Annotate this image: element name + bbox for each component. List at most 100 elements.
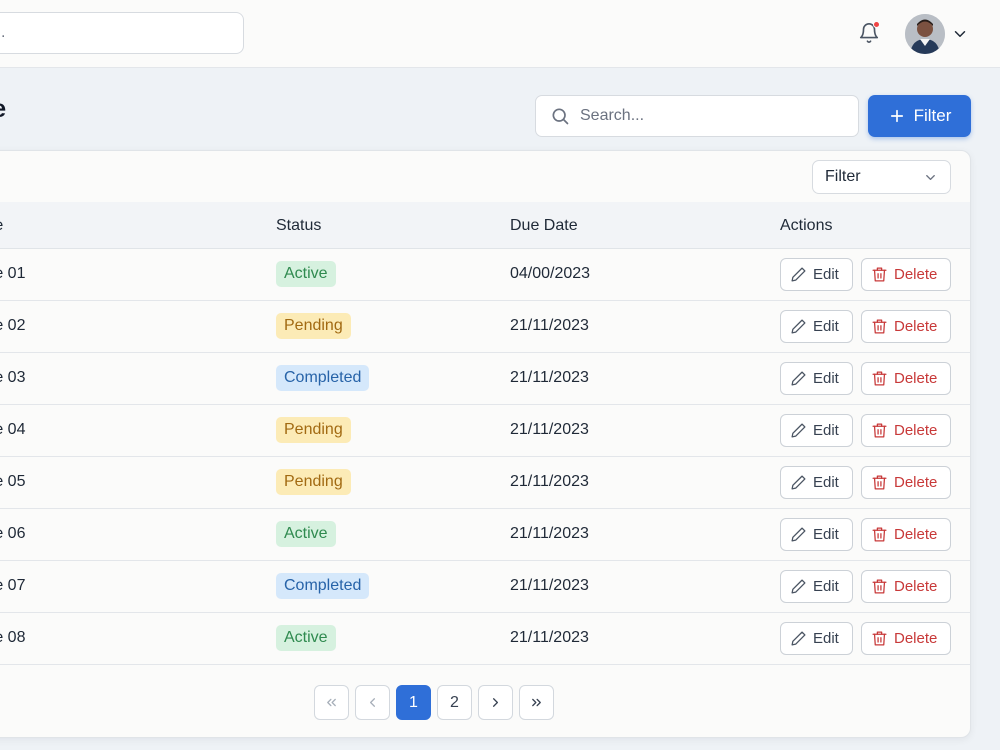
delete-button-label: Delete bbox=[894, 422, 938, 439]
trash-icon bbox=[872, 475, 887, 490]
delete-button-label: Delete bbox=[894, 474, 938, 491]
trash-icon bbox=[872, 319, 887, 334]
table-row: me 02 Pending 21/11/2023 Edit Delete bbox=[0, 301, 970, 353]
trash-icon bbox=[872, 631, 887, 646]
pencil-icon bbox=[791, 371, 806, 386]
row-name: me 03 bbox=[0, 369, 26, 386]
pencil-icon bbox=[791, 267, 806, 282]
edit-button-label: Edit bbox=[813, 474, 839, 491]
trash-icon bbox=[872, 527, 887, 542]
due-date: 21/11/2023 bbox=[510, 317, 589, 334]
chevron-down-icon bbox=[926, 174, 935, 180]
column-header-status: Status bbox=[276, 217, 322, 234]
filter-select-value: Filter bbox=[825, 168, 861, 185]
top-search-input[interactable]: . bbox=[0, 12, 244, 54]
previous-page-button[interactable] bbox=[355, 685, 390, 720]
avatar-menu-button[interactable] bbox=[951, 25, 969, 43]
filter-button[interactable]: Filter bbox=[868, 95, 971, 137]
due-date: 21/11/2023 bbox=[510, 473, 589, 490]
double-chevron-right-icon bbox=[532, 698, 541, 707]
edit-button[interactable]: Edit bbox=[780, 466, 853, 499]
status-cell: Completed bbox=[276, 365, 370, 391]
delete-button[interactable]: Delete bbox=[861, 258, 951, 291]
delete-button[interactable]: Delete bbox=[861, 622, 951, 655]
delete-button[interactable]: Delete bbox=[861, 518, 951, 551]
page-button-current[interactable]: 1 bbox=[396, 685, 431, 720]
row-name: me 01 bbox=[0, 265, 26, 282]
status-cell: Active bbox=[276, 521, 336, 547]
chevron-right-icon bbox=[493, 698, 498, 707]
pencil-icon bbox=[791, 423, 806, 438]
chevron-left-icon bbox=[370, 698, 375, 707]
user-avatar[interactable] bbox=[905, 14, 945, 54]
edit-button-label: Edit bbox=[813, 266, 839, 283]
delete-button-label: Delete bbox=[894, 318, 938, 335]
filter-select[interactable]: Filter bbox=[812, 160, 951, 194]
edit-button-label: Edit bbox=[813, 630, 839, 647]
row-name: me 06 bbox=[0, 525, 26, 542]
delete-button[interactable]: Delete bbox=[861, 362, 951, 395]
top-bar: . bbox=[0, 0, 1000, 68]
pencil-icon bbox=[791, 475, 806, 490]
delete-button-label: Delete bbox=[894, 630, 938, 647]
due-date: 21/11/2023 bbox=[510, 421, 589, 438]
page-button-2[interactable]: 2 bbox=[437, 685, 472, 720]
table-row: me 04 Pending 21/11/2023 Edit Delete bbox=[0, 405, 970, 457]
trash-icon bbox=[872, 267, 887, 282]
due-date: 21/11/2023 bbox=[510, 629, 589, 646]
row-name: me 08 bbox=[0, 629, 26, 646]
status-cell: Pending bbox=[276, 313, 351, 339]
plus-icon bbox=[890, 109, 903, 123]
filter-button-label: Filter bbox=[913, 106, 952, 125]
last-page-button[interactable] bbox=[519, 685, 554, 720]
edit-button[interactable]: Edit bbox=[780, 258, 853, 291]
notification-dot bbox=[873, 21, 880, 28]
status-cell: Pending bbox=[276, 469, 351, 495]
status-cell: Pending bbox=[276, 417, 351, 443]
notification-button[interactable] bbox=[855, 19, 883, 47]
pencil-icon bbox=[791, 319, 806, 334]
trash-icon bbox=[872, 423, 887, 438]
edit-button-label: Edit bbox=[813, 526, 839, 543]
edit-button-label: Edit bbox=[813, 578, 839, 595]
edit-button[interactable]: Edit bbox=[780, 518, 853, 551]
delete-button[interactable]: Delete bbox=[861, 310, 951, 343]
delete-button[interactable]: Delete bbox=[861, 466, 951, 499]
table-row: me 05 Pending 21/11/2023 Edit Delete bbox=[0, 457, 970, 509]
edit-button[interactable]: Edit bbox=[780, 310, 853, 343]
pencil-icon bbox=[791, 527, 806, 542]
row-name: me 05 bbox=[0, 473, 26, 490]
status-badge: Completed bbox=[276, 365, 370, 391]
table-row: me 07 Completed 21/11/2023 Edit Delete bbox=[0, 561, 970, 613]
status-badge: Active bbox=[276, 261, 336, 287]
first-page-button[interactable] bbox=[314, 685, 349, 720]
double-chevron-left-icon bbox=[327, 698, 336, 707]
search-input[interactable] bbox=[580, 107, 850, 125]
status-cell: Completed bbox=[276, 573, 370, 599]
status-cell: Active bbox=[276, 625, 336, 651]
delete-button[interactable]: Delete bbox=[861, 414, 951, 447]
table-header: me Status Due Date Actions bbox=[0, 202, 970, 249]
edit-button[interactable]: Edit bbox=[780, 414, 853, 447]
delete-button[interactable]: Delete bbox=[861, 570, 951, 603]
next-page-button[interactable] bbox=[478, 685, 513, 720]
pencil-icon bbox=[791, 631, 806, 646]
status-badge: Active bbox=[276, 625, 336, 651]
table-row: me 03 Completed 21/11/2023 Edit Delete bbox=[0, 353, 970, 405]
chevron-down-icon bbox=[954, 31, 966, 37]
delete-button-label: Delete bbox=[894, 526, 938, 543]
status-badge: Pending bbox=[276, 469, 351, 495]
pagination: 1 2 bbox=[314, 685, 554, 720]
column-header-name: me bbox=[0, 217, 3, 235]
status-badge: Pending bbox=[276, 313, 351, 339]
edit-button[interactable]: Edit bbox=[780, 570, 853, 603]
edit-button[interactable]: Edit bbox=[780, 622, 853, 655]
avatar-image bbox=[905, 14, 945, 54]
row-name: me 04 bbox=[0, 421, 26, 438]
row-name: me 07 bbox=[0, 577, 26, 594]
edit-button[interactable]: Edit bbox=[780, 362, 853, 395]
page-title: ble bbox=[0, 95, 6, 124]
column-header-due-date: Due Date bbox=[510, 217, 578, 234]
table-search[interactable] bbox=[535, 95, 859, 137]
table-row: me 08 Active 21/11/2023 Edit Delete bbox=[0, 613, 970, 665]
